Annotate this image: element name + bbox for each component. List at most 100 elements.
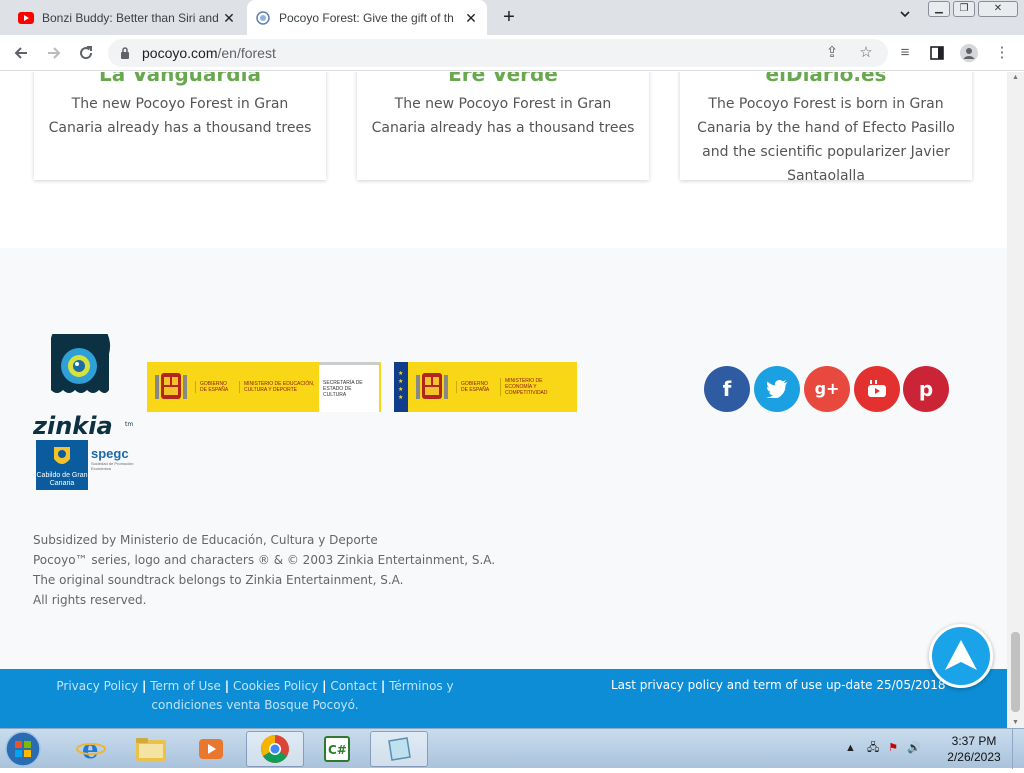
chrome-icon xyxy=(261,735,289,763)
action-center-icon[interactable]: ⚑ xyxy=(888,742,898,754)
taskbar-chrome[interactable] xyxy=(246,731,304,767)
scroll-to-top-button[interactable] xyxy=(929,624,993,688)
network-icon[interactable]: 🖧 xyxy=(867,742,879,754)
legal-line: The original soundtrack belongs to Zinki… xyxy=(33,573,404,587)
tab-pocoyo-forest[interactable]: Pocoyo Forest: Give the gift of th ✕ xyxy=(247,0,487,35)
legal-line: All rights reserved. xyxy=(33,593,147,607)
tab-bonzi-buddy[interactable]: Bonzi Buddy: Better than Siri and ✕ xyxy=(10,0,245,35)
zinkia-logo[interactable]: zinkia tm xyxy=(32,315,138,440)
clock-time: 3:37 PM xyxy=(951,734,997,748)
tab-close-icon[interactable]: ✕ xyxy=(221,10,237,26)
taskbar-csharp-app[interactable]: C# xyxy=(308,731,366,767)
media-player-icon xyxy=(199,739,223,759)
reload-icon[interactable] xyxy=(74,41,98,65)
back-arrow-icon[interactable] xyxy=(9,41,33,65)
contact-link[interactable]: Contact xyxy=(330,679,377,693)
lock-icon xyxy=(120,46,130,60)
terms-of-use-link[interactable]: Term of Use xyxy=(150,679,221,693)
cookies-policy-link[interactable]: Cookies Policy xyxy=(233,679,318,693)
footer-bar: Privacy Policy | Term of Use | Cookies P… xyxy=(0,669,1007,728)
taskbar-media-player[interactable] xyxy=(182,731,240,767)
folder-icon xyxy=(136,738,166,761)
system-tray: ▲ 🖧 ⚑ 🔊 xyxy=(845,739,921,758)
share-icon[interactable]: ⇪ xyxy=(822,43,842,63)
tab-strip: Bonzi Buddy: Better than Siri and ✕ Poco… xyxy=(0,0,1024,35)
facebook-icon[interactable]: f xyxy=(704,366,750,412)
tab-close-icon[interactable]: ✕ xyxy=(463,10,479,26)
url-host: pocoyo.com xyxy=(142,45,218,61)
taskbar-file-explorer[interactable] xyxy=(122,731,180,767)
scrollbar-thumb[interactable] xyxy=(1011,632,1020,712)
news-card-text: The Pocoyo Forest is born in Gran Canari… xyxy=(697,96,955,184)
forward-arrow-icon[interactable] xyxy=(42,41,66,65)
show-hidden-icons-icon[interactable]: ▲ xyxy=(845,742,856,754)
youtube-icon xyxy=(18,10,34,26)
start-button[interactable] xyxy=(4,730,44,768)
side-panel-icon[interactable] xyxy=(927,43,947,63)
internet-explorer-icon: e xyxy=(76,735,106,764)
zinkia-wordmark: zinkia xyxy=(33,412,113,439)
spain-coat-of-arms-icon xyxy=(155,373,187,399)
volume-icon[interactable]: 🔊 xyxy=(907,742,921,754)
spain-coat-of-arms-icon xyxy=(416,373,448,399)
ministerio-economia-logo[interactable]: ★ ★ ★ ★ GOBIERNO DE ESPAÑA MINISTERIO DE EC… xyxy=(394,362,577,412)
address-bar[interactable]: pocoyo.com/en/forest ⇪ ☆ xyxy=(108,39,888,67)
tab-title: Pocoyo Forest: Give the gift of th xyxy=(279,10,454,25)
tab-search-chevron-icon[interactable] xyxy=(896,8,914,26)
spegc-logo[interactable]: spegc Sociedad de Promoción Económica xyxy=(91,446,139,486)
gov-label: GOBIERNO DE ESPAÑA xyxy=(456,381,500,393)
news-card-text: The new Pocoyo Forest in Gran Canaria al… xyxy=(371,96,635,136)
news-card-source[interactable]: elDiario.es xyxy=(680,72,972,86)
news-card-source[interactable]: Ere Verde xyxy=(357,72,649,86)
scroll-up-icon[interactable]: ▲ xyxy=(1011,74,1020,81)
cabildo-label: Cabildo de Gran Canaria xyxy=(36,472,88,487)
taskbar-clock[interactable]: 3:37 PM 2/26/2023 xyxy=(944,733,1004,765)
spegc-sublabel: Sociedad de Promoción Económica xyxy=(91,461,134,471)
arrow-up-icon xyxy=(945,640,977,670)
twitter-icon[interactable] xyxy=(754,366,800,412)
media-control-icon[interactable]: ≡ xyxy=(895,43,915,63)
news-card[interactable]: La Vanguardia The new Pocoyo Forest in G… xyxy=(34,72,326,180)
taskbar-notepad-app[interactable] xyxy=(370,731,428,767)
legal-text: Subsidized by Ministerio de Educación, C… xyxy=(33,530,495,610)
news-card[interactable]: Ere Verde The new Pocoyo Forest in Gran … xyxy=(357,72,649,180)
kebab-menu-icon[interactable]: ⋮ xyxy=(992,43,1012,63)
windows-logo-icon xyxy=(5,731,41,767)
youtube-icon[interactable] xyxy=(854,366,900,412)
secretaria-label: SECRETARÍA DE ESTADO DE CULTURA xyxy=(319,362,379,412)
minimize-button[interactable]: ▁ xyxy=(928,1,950,17)
browser-toolbar: pocoyo.com/en/forest ⇪ ☆ ≡ ⋮ xyxy=(0,35,1024,71)
maximize-button[interactable]: ❐ xyxy=(953,1,975,17)
pocoyo-icon xyxy=(255,10,271,26)
spegc-label: spegc xyxy=(91,446,129,461)
ministry-label: MINISTERIO DE ECONOMÍA Y COMPETITIVIDAD xyxy=(500,378,568,396)
show-desktop-button[interactable] xyxy=(1012,729,1024,769)
google-plus-icon[interactable]: g+ xyxy=(804,366,850,412)
legal-line: Subsidized by Ministerio de Educación, C… xyxy=(33,533,378,547)
notepad-icon xyxy=(388,737,411,761)
privacy-policy-link[interactable]: Privacy Policy xyxy=(56,679,138,693)
eu-flag-icon: ★ ★ ★ ★ xyxy=(394,362,408,412)
windows-taskbar: e C# ▲ 🖧 ⚑ 🔊 3:37 PM 2/26/2023 xyxy=(0,728,1024,769)
close-window-button[interactable]: ✕ xyxy=(978,1,1018,17)
profile-avatar-icon[interactable] xyxy=(959,43,979,63)
legal-line: Pocoyo™ series, logo and characters ® & … xyxy=(33,553,496,567)
scroll-down-icon[interactable]: ▼ xyxy=(1011,719,1020,726)
footer-links: Privacy Policy | Term of Use | Cookies P… xyxy=(56,679,454,712)
gov-label: GOBIERNO DE ESPAÑA xyxy=(195,381,239,393)
tab-title: Bonzi Buddy: Better than Siri and xyxy=(42,10,219,25)
svg-text:C#: C# xyxy=(328,743,347,757)
clock-date: 2/26/2023 xyxy=(947,750,1001,764)
cabildo-logo[interactable]: Cabildo de Gran Canaria xyxy=(36,440,88,490)
page-scrollbar[interactable]: ▲ ▼ xyxy=(1007,72,1024,728)
page-viewport: La Vanguardia The new Pocoyo Forest in G… xyxy=(0,72,1007,728)
csharp-icon: C# xyxy=(324,736,350,762)
pinterest-icon[interactable]: p xyxy=(903,366,949,412)
taskbar-internet-explorer[interactable]: e xyxy=(62,731,120,767)
news-card-source[interactable]: La Vanguardia xyxy=(34,72,326,86)
new-tab-button[interactable]: + xyxy=(497,7,521,29)
news-card[interactable]: elDiario.es The Pocoyo Forest is born in… xyxy=(680,72,972,184)
ministerio-cultura-logo[interactable]: GOBIERNO DE ESPAÑA MINISTERIO DE EDUCACI… xyxy=(147,362,381,412)
bookmark-star-icon[interactable]: ☆ xyxy=(856,43,876,63)
news-card-text: The new Pocoyo Forest in Gran Canaria al… xyxy=(48,96,312,136)
